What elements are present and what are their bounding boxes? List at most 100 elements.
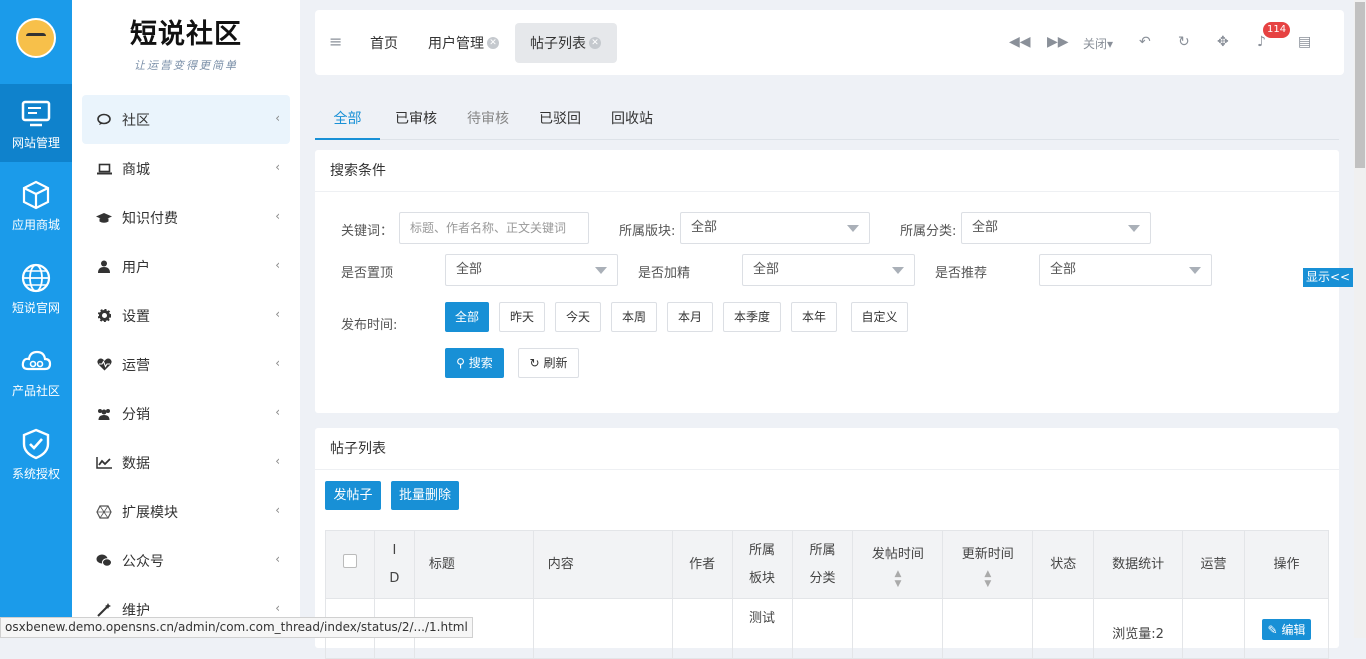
featured-label: 是否加精 bbox=[638, 266, 691, 281]
tab-label: 用户管理 bbox=[428, 35, 484, 52]
monitor-icon bbox=[21, 100, 51, 127]
col-stats: 数据统计 bbox=[1093, 530, 1184, 599]
post-list-title: 帖子列表 bbox=[315, 428, 1339, 470]
sort-icon[interactable]: ▲ ▼ bbox=[943, 569, 1032, 589]
sidebar-item-community[interactable]: 社区 ‹ bbox=[82, 95, 290, 144]
row-content-cell bbox=[532, 598, 673, 659]
col-id-label: I D bbox=[389, 542, 400, 586]
keyword-input[interactable]: 标题、作者名称、正文关键词 bbox=[399, 212, 589, 244]
sidebar-item-wechat[interactable]: 公众号 ‹ bbox=[82, 536, 290, 585]
time-option-custom[interactable]: 自定义 bbox=[851, 302, 908, 332]
shield-check-icon bbox=[22, 428, 50, 460]
col-status: 状态 bbox=[1032, 530, 1095, 599]
sidebar-item-operations[interactable]: 运营 ‹ bbox=[82, 340, 290, 389]
chevron-left-icon: ‹ bbox=[275, 160, 280, 174]
rail-item-app-store[interactable]: 应用商城 bbox=[0, 166, 72, 244]
tab-recycle-bin[interactable]: 回收站 bbox=[611, 98, 653, 140]
tab-label: 帖子列表 bbox=[530, 35, 586, 52]
sidebar-item-label: 扩展模块 bbox=[122, 504, 178, 521]
time-option-week[interactable]: 本周 bbox=[611, 302, 657, 332]
sidebar-item-label: 数据 bbox=[122, 455, 150, 472]
time-option-year[interactable]: 本年 bbox=[791, 302, 837, 332]
time-option-yesterday[interactable]: 昨天 bbox=[499, 302, 545, 332]
rail-label: 短说官网 bbox=[11, 301, 60, 315]
tab-all[interactable]: 全部 bbox=[315, 98, 380, 140]
keyword-label: 关键词： bbox=[341, 224, 394, 239]
new-post-button[interactable]: 发帖子 bbox=[325, 481, 381, 510]
scroll-left-icon[interactable]: ◀◀ bbox=[1009, 34, 1031, 50]
close-icon[interactable]: ✕ bbox=[487, 36, 499, 49]
status-tabs: 全部 已审核 待审核 已驳回 回收站 bbox=[315, 98, 1339, 140]
scrollbar-thumb[interactable] bbox=[1355, 2, 1365, 168]
sort-icon[interactable]: ▲ ▼ bbox=[853, 569, 942, 589]
time-option-today[interactable]: 今天 bbox=[555, 302, 601, 332]
rail-label: 产品社区 bbox=[11, 384, 60, 398]
sidebar-item-mall[interactable]: 商城 ‹ bbox=[82, 144, 290, 193]
close-tabs-dropdown[interactable]: 关闭▾ bbox=[1083, 35, 1113, 52]
back-icon[interactable]: ↶ bbox=[1139, 34, 1151, 50]
tab-user-management[interactable]: 用户管理 ✕ bbox=[428, 10, 499, 75]
rail-item-site-admin[interactable]: 网站管理 bbox=[0, 84, 72, 162]
tab-home[interactable]: 首页 bbox=[370, 10, 398, 75]
rail-item-official-site[interactable]: 短说官网 bbox=[0, 249, 72, 327]
edit-icon: ✎ bbox=[1267, 623, 1278, 637]
sidebar-item-label: 商城 bbox=[122, 161, 150, 178]
row-update-time-cell bbox=[942, 598, 1034, 659]
heartbeat-icon bbox=[96, 357, 112, 373]
show-panel-button[interactable]: 显示<< bbox=[1303, 268, 1353, 287]
recommend-select[interactable]: 全部 bbox=[1039, 254, 1212, 286]
sidebar-item-knowledge-pay[interactable]: 知识付费 ‹ bbox=[82, 193, 290, 242]
featured-select[interactable]: 全部 bbox=[742, 254, 915, 286]
edit-button[interactable]: ✎ 编辑 bbox=[1261, 619, 1312, 640]
rail-item-system-license[interactable]: 系统授权 bbox=[0, 415, 72, 493]
tab-post-list[interactable]: 帖子列表 ✕ bbox=[530, 10, 601, 75]
close-icon[interactable]: ✕ bbox=[589, 36, 601, 49]
sidebar-item-settings[interactable]: 设置 ‹ bbox=[82, 291, 290, 340]
chevron-left-icon: ‹ bbox=[275, 601, 280, 615]
time-option-month[interactable]: 本月 bbox=[667, 302, 713, 332]
user-icon bbox=[96, 259, 112, 275]
top-select[interactable]: 全部 bbox=[445, 254, 618, 286]
chevron-left-icon: ‹ bbox=[275, 258, 280, 272]
globe-icon bbox=[21, 263, 51, 293]
sidebar-item-extensions[interactable]: 扩展模块 ‹ bbox=[82, 487, 290, 536]
hamburger-menu-icon[interactable]: ≡ bbox=[329, 32, 342, 51]
sidebar-item-data[interactable]: 数据 ‹ bbox=[82, 438, 290, 487]
time-option-all[interactable]: 全部 bbox=[445, 302, 489, 332]
wechat-icon bbox=[96, 553, 112, 569]
col-author: 作者 bbox=[671, 530, 733, 599]
chevron-left-icon: ‹ bbox=[275, 454, 280, 468]
brand-logo[interactable]: 短说社区 让运营变得更简单 bbox=[72, 12, 300, 73]
row-actions-cell: ✎ 编辑 bbox=[1244, 598, 1329, 659]
col-post-time[interactable]: 发帖时间 ▲ ▼ bbox=[852, 530, 944, 599]
tab-pending[interactable]: 待审核 bbox=[467, 98, 509, 140]
tab-label: 首页 bbox=[370, 35, 398, 52]
cube-icon bbox=[22, 180, 50, 210]
sidebar-item-distribution[interactable]: 分销 ‹ bbox=[82, 389, 290, 438]
bell-icon[interactable]: ♪ bbox=[1257, 34, 1266, 50]
scroll-right-icon[interactable]: ▶▶ bbox=[1047, 34, 1069, 50]
move-icon[interactable]: ✥ bbox=[1217, 34, 1229, 50]
sidebar-item-users[interactable]: 用户 ‹ bbox=[82, 242, 290, 291]
refresh-icon[interactable]: ↻ bbox=[1178, 34, 1190, 50]
board-select[interactable]: 全部 bbox=[680, 212, 870, 244]
refresh-button[interactable]: ↻ 刷新 bbox=[518, 348, 579, 378]
sidebar-item-label: 设置 bbox=[122, 308, 150, 325]
rail-item-product-community[interactable]: 产品社区 bbox=[0, 332, 72, 410]
search-button[interactable]: ⚲ 搜索 bbox=[445, 348, 504, 378]
top-tab-bar: ≡ 首页 用户管理 ✕ 帖子列表 ✕ ◀◀ ▶▶ 关闭▾ ↶ ↻ ✥ ♪ 114 ▤ bbox=[315, 10, 1344, 75]
batch-delete-button[interactable]: 批量删除 bbox=[391, 481, 459, 510]
row-author-cell bbox=[671, 598, 733, 659]
avatar-logo[interactable] bbox=[16, 18, 56, 58]
category-select[interactable]: 全部 bbox=[961, 212, 1151, 244]
select-all-checkbox[interactable] bbox=[342, 553, 357, 568]
col-actions: 操作 bbox=[1244, 530, 1329, 599]
tab-approved[interactable]: 已审核 bbox=[395, 98, 437, 140]
search-icon: ⚲ bbox=[456, 356, 465, 370]
tab-rejected[interactable]: 已驳回 bbox=[539, 98, 581, 140]
time-option-quarter[interactable]: 本季度 bbox=[723, 302, 781, 332]
col-update-time[interactable]: 更新时间 ▲ ▼ bbox=[942, 530, 1034, 599]
card-icon[interactable]: ▤ bbox=[1298, 34, 1311, 50]
row-category-cell bbox=[791, 598, 854, 659]
sidebar-item-label: 公众号 bbox=[122, 553, 164, 570]
